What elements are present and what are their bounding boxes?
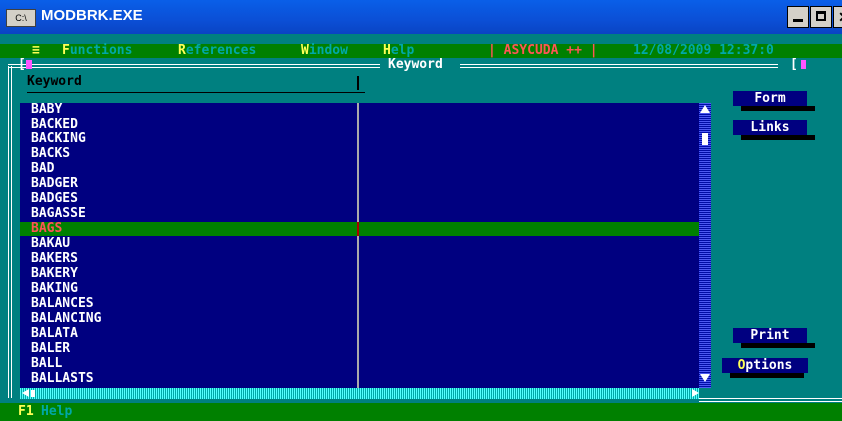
list-item[interactable]: BACKED <box>31 118 78 132</box>
menu-references[interactable]: References <box>178 44 256 58</box>
menu-help-hotkey: H <box>383 43 391 58</box>
menu-window[interactable]: Window <box>301 44 348 58</box>
help-hotkey[interactable]: F1 <box>18 403 34 421</box>
list-item[interactable]: BALL <box>31 357 62 371</box>
options-label: ptions <box>745 358 793 373</box>
zoom-box-icon[interactable] <box>801 60 806 69</box>
menu-bar: ≡ Functions References Window Help | ASY… <box>0 44 842 58</box>
frame-top-border-left <box>8 64 380 68</box>
maximize-button[interactable] <box>810 6 832 28</box>
frame-top-border-right <box>460 64 778 68</box>
list-item[interactable]: BAKING <box>31 282 78 296</box>
list-item[interactable]: BABY <box>31 103 62 117</box>
list-item[interactable]: BADGES <box>31 192 78 206</box>
column-separator <box>357 103 359 388</box>
list-item[interactable]: BALATA <box>31 327 78 341</box>
vertical-scroll-thumb[interactable] <box>702 133 708 145</box>
scroll-left-arrow-icon[interactable] <box>22 389 29 397</box>
scroll-up-arrow-icon[interactable] <box>700 105 710 113</box>
vertical-scrollbar[interactable] <box>699 103 711 388</box>
minimize-icon <box>793 19 803 22</box>
list-item[interactable]: BAKERY <box>31 267 78 281</box>
list-item[interactable]: BAKAU <box>31 237 70 251</box>
close-button[interactable]: ✕ <box>833 6 842 28</box>
keyword-column-header[interactable]: Keyword <box>27 74 82 89</box>
frame-left-border <box>8 66 12 398</box>
system-menu[interactable]: ≡ <box>32 44 40 58</box>
minimize-button[interactable] <box>787 6 809 28</box>
window-title: MODBRK.EXE <box>41 7 143 24</box>
menu-functions-hotkey: F <box>62 43 70 58</box>
list-item[interactable]: BADGER <box>31 177 78 191</box>
list-item[interactable]: BALLASTS <box>31 372 94 386</box>
close-box-icon[interactable] <box>26 60 32 69</box>
menu-functions-label: unctions <box>69 43 133 58</box>
header-cursor <box>357 76 359 90</box>
scroll-right-arrow-icon[interactable] <box>692 389 699 397</box>
datetime-display: 12/08/2009 12:37:0 <box>633 43 774 58</box>
window-zoom-control[interactable]: [ <box>790 57 798 72</box>
selected-row-highlight <box>20 222 699 236</box>
list-item[interactable]: BAGASSE <box>31 207 86 221</box>
menu-references-hotkey: R <box>178 43 186 58</box>
scroll-down-arrow-icon[interactable] <box>700 374 710 382</box>
list-item-selected[interactable]: BAGS <box>31 222 62 236</box>
menu-references-label: eferences <box>185 43 257 58</box>
console-area: ≡ Functions References Window Help | ASY… <box>0 34 842 421</box>
links-button[interactable]: Links <box>733 120 815 140</box>
maximize-icon <box>816 11 826 21</box>
horizontal-scroll-thumb[interactable] <box>31 390 35 397</box>
list-item[interactable]: BALER <box>31 342 70 356</box>
menu-window-label: indow <box>308 43 348 58</box>
list-item[interactable]: BACKING <box>31 132 86 146</box>
menu-help-label: elp <box>390 43 415 58</box>
app-name-segment: | ASYCUDA ++ | <box>488 43 598 58</box>
horizontal-scrollbar[interactable] <box>20 388 699 399</box>
status-help-bar: F1 Help <box>0 403 842 421</box>
panel-title: Keyword <box>388 57 443 72</box>
options-button[interactable]: Options <box>722 358 808 378</box>
menu-help[interactable]: Help <box>383 44 414 58</box>
help-label[interactable]: Help <box>41 403 72 421</box>
close-icon: ✕ <box>838 9 842 25</box>
selected-row-marker <box>357 222 359 236</box>
menu-functions[interactable]: Functions <box>62 44 132 58</box>
keyword-list[interactable] <box>20 103 699 388</box>
header-underline <box>27 92 365 93</box>
list-item[interactable]: BAKERS <box>31 252 78 266</box>
form-button[interactable]: Form <box>733 91 815 111</box>
list-item[interactable]: BAD <box>31 162 54 176</box>
menu-window-hotkey: W <box>301 43 309 58</box>
list-item[interactable]: BALANCING <box>31 312 101 326</box>
window-close-control[interactable]: [ <box>18 57 26 72</box>
list-item[interactable]: BACKS <box>31 147 70 161</box>
print-button[interactable]: Print <box>733 328 815 348</box>
list-item[interactable]: BALANCES <box>31 297 94 311</box>
frame-bottom-border <box>699 398 842 402</box>
console-app-icon: C:\ <box>6 9 36 27</box>
window-title-bar[interactable]: C:\ MODBRK.EXE ✕ <box>0 0 842 34</box>
